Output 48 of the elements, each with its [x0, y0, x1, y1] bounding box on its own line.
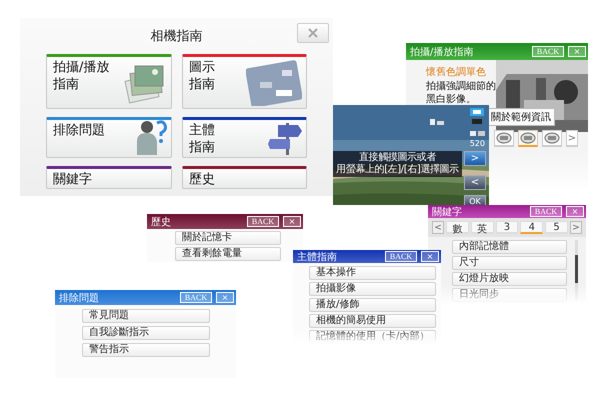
mode-name: 懷舊色調單色 [426, 66, 486, 79]
previous-button[interactable]: < [432, 221, 444, 234]
close-button[interactable]: × [566, 206, 584, 217]
menu-card[interactable]: 主體 指南 [182, 117, 307, 158]
list-item[interactable]: 幻燈片放映 [452, 272, 567, 286]
list-item[interactable]: 關於記憶卡 [175, 231, 281, 245]
menu-card[interactable]: 拍攝/播放 指南 [46, 54, 172, 109]
menu-card[interactable]: 關鍵字 [46, 166, 172, 189]
back-button[interactable]: BACK [385, 251, 417, 262]
index-tab[interactable]: 英 [470, 221, 494, 234]
index-tab[interactable]: 3 [496, 221, 518, 234]
list-item[interactable]: 內部記憶體 [452, 240, 567, 254]
list-item[interactable]: 自我診斷指示 [82, 326, 210, 340]
list-item[interactable]: 拍攝影像 [309, 282, 436, 296]
list-item[interactable]: 播放/修飾 [309, 298, 436, 312]
list-item[interactable]: 日光同步 [452, 288, 567, 302]
close-button[interactable]: × [283, 216, 301, 227]
window-title: 主體指南 [297, 250, 338, 264]
window-title: 歷史 [151, 216, 172, 228]
list-item[interactable]: 相機的簡易使用 [309, 314, 436, 328]
window-title: 拍攝/播放指南 [410, 46, 474, 58]
mode-description: 拍攝強調細節的 黑白影像。 [426, 80, 496, 106]
instruction-text: 直接觸摸圖示或者 用螢幕上的[左]/[右]選擇圖示 [333, 151, 462, 177]
next-button[interactable]: > [464, 151, 486, 166]
ok-button[interactable]: OK [464, 195, 486, 205]
window-title: 排除問題 [59, 292, 100, 304]
menu-card[interactable]: 圖示 指南 [182, 54, 307, 109]
back-button[interactable]: BACK [530, 206, 562, 217]
list-item[interactable]: 基本操作 [309, 266, 436, 280]
info-button[interactable]: 關於範例資訊 [487, 108, 555, 126]
list-item[interactable]: 常見問題 [82, 309, 210, 323]
menu-card[interactable]: 排除問題 [46, 117, 172, 158]
back-button[interactable]: BACK [247, 216, 279, 227]
list-item[interactable]: 記憶體的使用（卡/內部） [309, 330, 436, 344]
list-item[interactable]: 查看剩餘電量 [175, 247, 281, 261]
more-button[interactable]: > [566, 130, 578, 147]
window-title: 相機指南 [150, 29, 202, 44]
close-button[interactable]: × [421, 251, 439, 262]
index-tab[interactable]: 5 [545, 221, 568, 234]
index-tab[interactable]: 數 [446, 221, 469, 234]
next-button[interactable]: > [570, 221, 582, 234]
list-item[interactable]: 尺寸 [452, 256, 567, 270]
window-title: 關鍵字 [432, 206, 463, 218]
index-tab[interactable]: 4 [520, 221, 544, 234]
list-item[interactable]: 警告指示 [82, 343, 210, 357]
menu-card[interactable]: 歷史 [182, 166, 307, 189]
previous-button[interactable]: < [464, 175, 486, 190]
shots-remaining: 520 [470, 139, 485, 148]
